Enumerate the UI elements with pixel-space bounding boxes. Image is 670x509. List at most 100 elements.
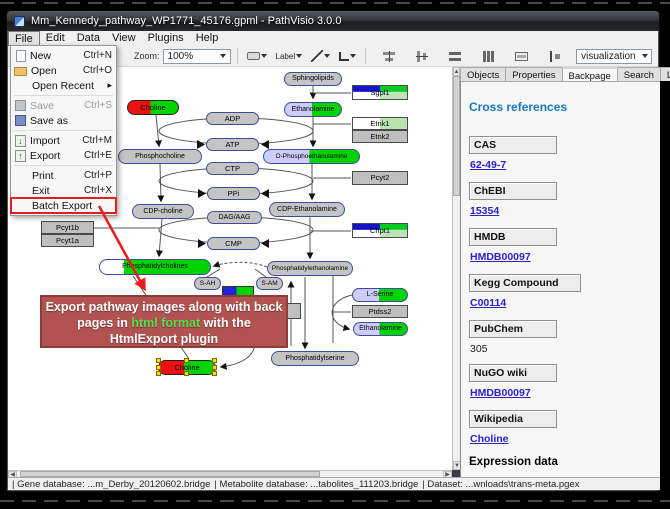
node-pcyt1b[interactable]: Pcyt1b (41, 221, 94, 234)
tab-properties[interactable]: Properties (505, 67, 562, 81)
scroll-up-icon[interactable]: ▲ (453, 67, 460, 76)
file-menu-item-open[interactable]: OpenCtrl+O (11, 63, 116, 78)
node-pcyt1a[interactable]: Pcyt1a (41, 234, 94, 247)
menu-view[interactable]: View (106, 31, 142, 46)
zoom-value: 100% (168, 51, 194, 62)
titlebar[interactable]: Mm_Kennedy_pathway_WP1771_45176.gpml - P… (7, 11, 659, 31)
selection-handle[interactable] (212, 358, 217, 363)
chevron-down-icon[interactable] (217, 50, 230, 63)
file-menu-item-import[interactable]: ImportCtrl+M (11, 133, 116, 148)
label-tool-button[interactable]: Label (273, 48, 306, 65)
file-menu-item-open-recent[interactable]: Open Recent▸ (11, 78, 116, 93)
selection-handle[interactable] (156, 358, 161, 363)
node-label: CDP-choline (143, 208, 182, 215)
tab-backpage[interactable]: Backpage (562, 67, 618, 81)
node-choline-top[interactable]: Choline (127, 100, 179, 115)
backpage-section-title: Wikipedia (469, 410, 557, 428)
node-choline-selected[interactable]: Choline (158, 360, 216, 375)
menu-data[interactable]: Data (71, 31, 106, 46)
node-dag-aag[interactable]: DAG/AAG (207, 211, 262, 224)
node-cdp-ethanolamine[interactable]: CDP-Ethanolamine (269, 202, 345, 217)
zoom-combobox[interactable]: 100% (163, 49, 231, 64)
node-label: Sphingolipids (292, 75, 334, 82)
node-phosphatidylcholines[interactable]: Phosphatidylcholines (99, 259, 211, 275)
node-adp[interactable]: ADP (206, 112, 259, 125)
label-tool-text: Label (276, 52, 296, 61)
line-tool-button[interactable] (308, 48, 333, 65)
side-panel: Objects Properties Backpage Search Legen… (460, 67, 660, 477)
selection-handle[interactable] (212, 371, 217, 376)
align-horizontal-button[interactable] (413, 48, 431, 65)
node-pcyt2[interactable]: Pcyt2 (352, 171, 408, 185)
status-metabolite-database: | Metabolite database: ...tabolites_1112… (214, 479, 418, 490)
gene-tool-button[interactable] (244, 48, 270, 65)
stack-vertical-button[interactable] (446, 48, 464, 65)
backpage-link[interactable]: HMDB00097 (470, 387, 531, 399)
node-sphingolipids[interactable]: Sphingolipids (284, 72, 342, 86)
node-ethanolamine-top[interactable]: Ethanolamine (284, 102, 342, 117)
node-phosphocholine[interactable]: Phosphocholine (118, 149, 202, 164)
node-gene-box-partial[interactable] (286, 303, 301, 319)
node-cdp-choline[interactable]: CDP-choline (132, 204, 194, 219)
visualization-combobox[interactable]: visualization (576, 49, 652, 64)
menu-item-spacer (14, 170, 28, 182)
visualization-value: visualization (581, 51, 635, 62)
backpage-link[interactable]: Choline (470, 433, 509, 445)
node-ptdss2[interactable]: Ptdss2 (352, 305, 408, 318)
node-etnk2[interactable]: Etnk2 (352, 130, 408, 143)
common-height-button[interactable] (546, 48, 563, 65)
node-s-ah[interactable]: S-AH (194, 277, 221, 290)
node-etnk1[interactable]: Etnk1 (352, 117, 408, 130)
node-chpt1[interactable]: Chpt1 (352, 223, 408, 238)
menu-help[interactable]: Help (190, 31, 225, 46)
selection-handle[interactable] (184, 358, 189, 363)
connector-tool-button[interactable] (336, 48, 359, 65)
file-menu-item-print[interactable]: PrintCtrl+P (11, 168, 116, 183)
selection-handle[interactable] (184, 371, 189, 376)
selection-handle[interactable] (156, 371, 161, 376)
vertical-scroll-thumb[interactable] (453, 76, 460, 196)
backpage-link[interactable]: C00114 (470, 297, 506, 309)
menu-item-label: Exit (32, 185, 84, 197)
backpage-section-title: PubChem (469, 320, 557, 338)
canvas-vertical-scrollbar[interactable]: ▲ ▼ (452, 67, 460, 470)
node-sgpl1[interactable]: Sgpl1 (352, 85, 408, 100)
backpage-link[interactable]: 15354 (470, 205, 499, 217)
node-phosphatidylserine[interactable]: Phosphatidylserine (271, 351, 359, 366)
node-cmp[interactable]: CMP (207, 237, 260, 250)
file-menu-item-exit[interactable]: ExitCtrl+X (11, 183, 116, 198)
file-menu-item-save-as[interactable]: Save as (11, 113, 116, 128)
node-phosphatidylethanolamine[interactable]: Phosphatidylethanolamine (267, 261, 353, 276)
line-tool-icon (311, 50, 323, 62)
backpage-link[interactable]: HMDB00097 (470, 251, 531, 263)
tab-objects[interactable]: Objects (460, 67, 506, 81)
file-menu-item-export[interactable]: ExportCtrl+E (11, 148, 116, 163)
canvas-horizontal-scrollbar[interactable]: ◀ ▶ (8, 470, 452, 477)
node-o-phosphoethanolamine[interactable]: O-Phosphoethanolamine (263, 149, 360, 164)
align-vertical-button[interactable] (380, 48, 398, 65)
backpage-link[interactable]: 62-49-7 (470, 159, 506, 171)
node-atp[interactable]: ATP (206, 138, 259, 151)
file-menu-item-save[interactable]: SaveCtrl+S (11, 98, 116, 113)
tab-legend[interactable]: Legend (660, 67, 670, 81)
node-ctp[interactable]: CTP (206, 162, 259, 175)
backpage-value: 305 (470, 343, 652, 355)
chevron-down-icon[interactable] (638, 50, 651, 63)
menu-plugins[interactable]: Plugins (142, 31, 190, 46)
file-menu-item-new[interactable]: NewCtrl+N (11, 48, 116, 63)
selection-handle[interactable] (212, 365, 217, 370)
tab-search[interactable]: Search (617, 67, 661, 81)
node-ppi[interactable]: PPi (207, 187, 260, 200)
stack-horizontal-button[interactable] (479, 48, 497, 65)
node-label: Ethanolamine (359, 325, 402, 332)
file-menu-item-batch-export[interactable]: Batch Export (11, 198, 116, 213)
common-width-button[interactable] (512, 48, 531, 65)
menu-file[interactable]: File (8, 31, 40, 46)
selection-handle[interactable] (156, 365, 161, 370)
node-l-serine[interactable]: L-Serine (352, 288, 408, 302)
backpage-section-wikipedia: Wikipedia Choline (469, 410, 652, 447)
node-ethanolamine-bottom[interactable]: Ethanolamine (353, 322, 408, 336)
node-s-am[interactable]: S-AM (256, 277, 283, 290)
menu-edit[interactable]: Edit (40, 31, 71, 46)
stack-horizontal-icon (482, 51, 494, 62)
